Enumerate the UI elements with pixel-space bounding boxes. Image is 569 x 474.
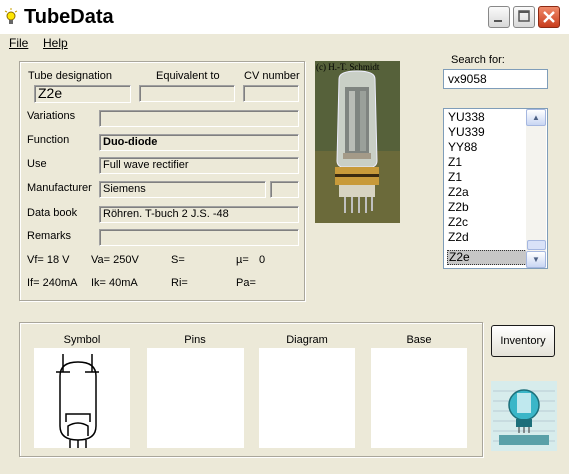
function-field[interactable]: Duo-diode [99,134,299,151]
maximize-icon [518,10,530,22]
menu-help-label: Help [43,36,68,50]
base-panel [371,348,467,448]
manufacturer-label: Manufacturer [27,182,92,194]
window-title: TubeData [24,6,114,28]
manufacturer-extra-field[interactable] [270,181,299,198]
maximize-button[interactable] [513,6,535,28]
pa-value: Pa= [236,277,256,289]
inventory-button[interactable]: Inventory [491,325,555,357]
cv-number-field[interactable] [243,85,299,102]
base-header: Base [406,334,432,346]
list-item[interactable]: Z1 [447,170,530,185]
list-item[interactable]: Z2b [447,200,530,215]
tube-photo [315,61,400,223]
designation-label: Tube designation [28,70,112,82]
lightbulb-icon [4,8,18,24]
menu-file[interactable]: File [9,36,28,50]
list-item[interactable]: YY88 [447,140,530,155]
list-item[interactable]: Z2a [447,185,530,200]
tube-symbol-icon [56,354,99,448]
equivalent-field[interactable] [139,85,235,102]
tube-logo-icon [491,381,557,451]
remarks-label: Remarks [27,230,72,242]
scroll-thumb[interactable] [527,240,546,250]
designation-field[interactable]: Z2e [34,85,131,103]
diagram-header: Diagram [286,334,328,346]
list-item[interactable]: Z2c [447,215,530,230]
menu-file-label: File [9,36,29,50]
ri-value: Ri= [171,277,188,289]
symbol-panel [34,348,130,448]
menu-help[interactable]: Help [43,36,68,50]
list-item[interactable]: Z2d [447,230,530,245]
list-item[interactable]: Z1 [447,155,530,170]
cv-number-label: CV number [244,70,300,82]
s-value: S= [171,254,185,266]
remarks-field[interactable] [99,229,299,246]
list-scrollbar[interactable]: ▲ ▼ [526,109,546,268]
use-field[interactable]: Full wave rectifier [99,157,299,174]
function-label: Function [27,134,70,146]
symbol-header: Symbol [63,334,101,346]
manufacturer-field[interactable]: Siemens [99,181,266,198]
if-value: If= 240mA [27,277,78,289]
close-icon [543,11,555,23]
databook-label: Data book [27,207,78,219]
diagram-panel [259,348,355,448]
list-item-selected[interactable]: Z2e [447,250,529,265]
scroll-down-button[interactable]: ▼ [526,251,546,268]
databook-field[interactable]: Röhren. T-buch 2 J.S. -48 [99,206,299,223]
search-input[interactable] [443,69,548,89]
variations-label: Variations [27,110,76,122]
pins-panel [147,348,244,448]
vf-value: Vf= 18 V [27,254,70,266]
search-label: Search for: [451,54,505,66]
photo-credit: (c) H.-T. Schmidt [316,62,380,72]
close-button[interactable] [538,6,560,28]
menu-bar [0,34,569,52]
pins-header: Pins [184,334,206,346]
use-label: Use [27,158,47,170]
ik-value: Ik= 40mA [91,277,138,289]
mu-value: 0 [259,254,266,266]
mu-label: µ= [236,254,249,266]
minimize-icon [494,20,502,22]
list-item[interactable]: YU338 [447,110,530,125]
minimize-button[interactable] [488,6,510,28]
tube-photo-image [315,61,400,223]
scroll-up-icon: ▲ [532,113,540,122]
equivalent-label: Equivalent to [156,70,220,82]
scroll-down-icon: ▼ [532,255,540,264]
variations-field[interactable] [99,110,299,127]
list-item[interactable]: YU339 [447,125,530,140]
app-logo [491,381,557,451]
va-value: Va= 250V [91,254,139,266]
scroll-up-button[interactable]: ▲ [526,109,546,126]
